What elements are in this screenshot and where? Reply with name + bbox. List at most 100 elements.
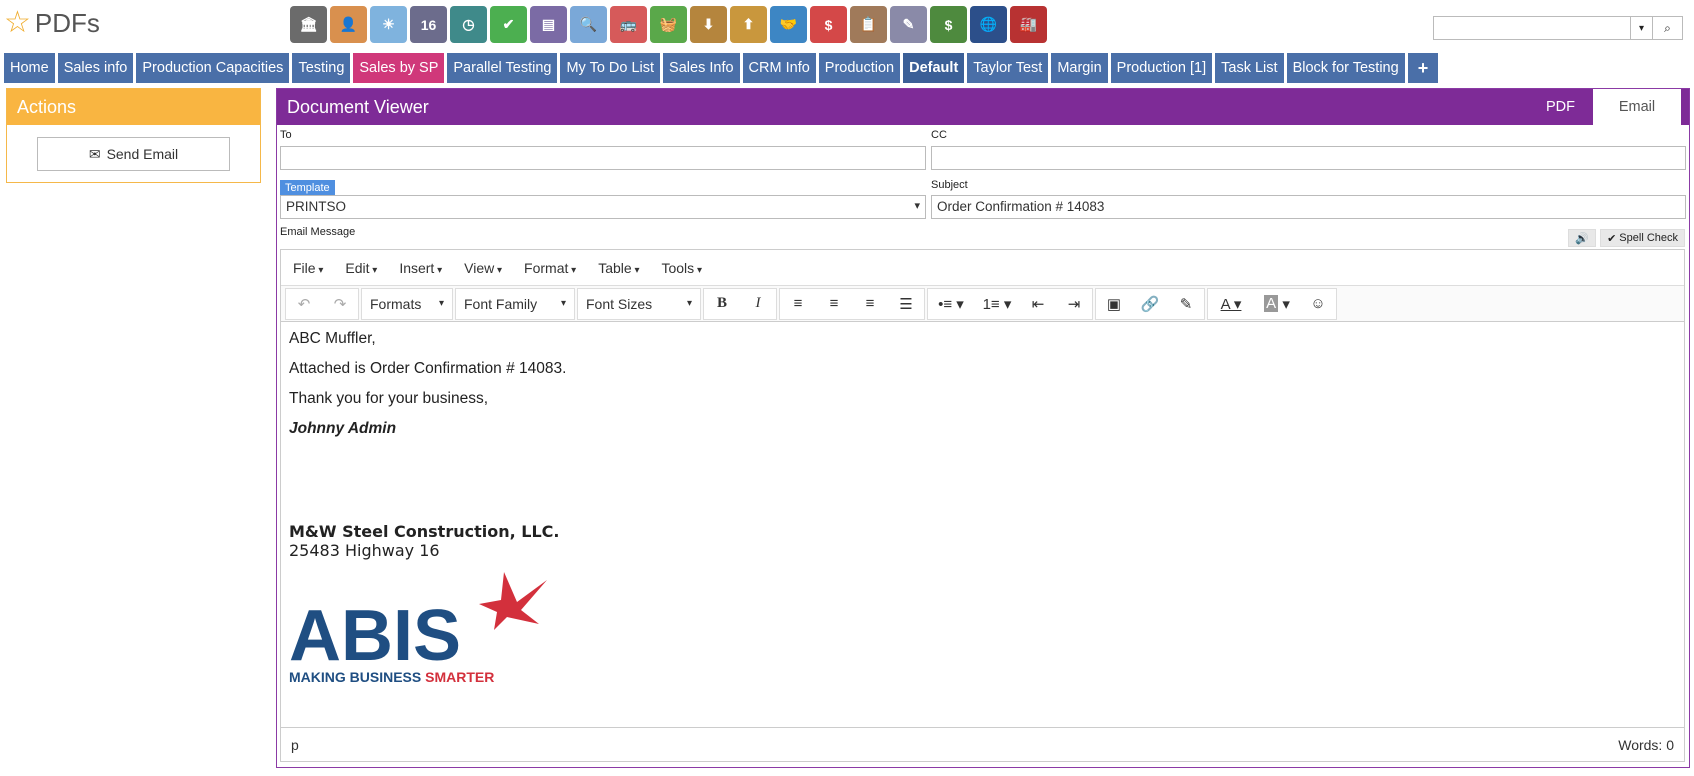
align-center-icon[interactable]: ≡ <box>816 289 852 319</box>
formats-dropdown[interactable]: Formats <box>361 287 453 320</box>
tab-email[interactable]: Email <box>1593 89 1681 125</box>
tab-sales-by-sp[interactable]: Sales by SP <box>353 53 445 83</box>
tab-testing[interactable]: Testing <box>292 53 351 83</box>
logo-tagline: MAKING BUSINESS SMARTER <box>289 669 494 685</box>
emoticon-icon[interactable]: ☺ <box>1300 289 1336 319</box>
company-block: M&W Steel Construction, LLC. 25483 Highw… <box>289 522 559 560</box>
inbox-download-icon[interactable]: ⬇ <box>690 6 727 43</box>
actions-panel: Actions ✉ Send Email <box>6 88 261 183</box>
search-box: ▾ ⌕ <box>1433 16 1683 40</box>
word-count: Words: 0 <box>1618 736 1674 753</box>
font-family-dropdown[interactable]: Font Family <box>455 287 575 320</box>
cc-field[interactable] <box>931 146 1686 170</box>
tab-margin[interactable]: Margin <box>1051 53 1108 83</box>
align-justify-icon[interactable]: ☰ <box>888 289 924 319</box>
header: ☆ PDFs 🏛 👤 ☀ 16 ◷ ✔ ▤ 🔍 🚌 🧺 ⬇ ⬆ 🤝 $ 📋 ✎ … <box>0 0 1694 52</box>
add-tab-button[interactable]: + <box>1407 53 1439 83</box>
envelope-icon: ✉ <box>88 145 101 162</box>
template-label: Template <box>280 180 335 196</box>
report-icon[interactable]: ▤ <box>530 6 567 43</box>
tab-production-capacities[interactable]: Production Capacities <box>136 53 290 83</box>
tab-parallel-testing[interactable]: Parallel Testing <box>447 53 558 83</box>
numbered-list-icon[interactable]: 1≡ ▾ <box>974 289 1020 319</box>
tab-block-for-testing[interactable]: Block for Testing <box>1286 53 1405 83</box>
image-icon[interactable]: ▣ <box>1096 289 1132 319</box>
font-sizes-label: Font Sizes <box>578 289 700 319</box>
search-icon[interactable]: ⌕ <box>1652 17 1682 39</box>
link-icon[interactable]: 🔗 <box>1132 289 1168 319</box>
text-color-icon[interactable]: A ▾ <box>1208 289 1254 319</box>
body-line-1: Attached is Order Confirmation # 14083. <box>289 360 567 377</box>
money-icon[interactable]: $ <box>930 6 967 43</box>
clipboard-icon[interactable]: 📋 <box>850 6 887 43</box>
nav-tabs: Home Sales info Production Capacities Te… <box>4 53 1439 83</box>
menu-file[interactable]: File <box>293 260 323 276</box>
calendar-icon[interactable]: 16 <box>410 6 447 43</box>
tab-pdf[interactable]: PDF <box>1532 89 1589 125</box>
user-icon[interactable]: 👤 <box>330 6 367 43</box>
menu-tools[interactable]: Tools <box>661 260 702 276</box>
align-left-icon[interactable]: ≡ <box>780 289 816 319</box>
background-color-icon[interactable]: A ▾ <box>1254 289 1300 319</box>
font-family-label: Font Family <box>456 289 574 319</box>
chevron-down-icon[interactable]: ▾ <box>1630 17 1652 39</box>
menu-format[interactable]: Format <box>524 260 576 276</box>
menu-edit[interactable]: Edit <box>345 260 377 276</box>
undo-icon[interactable]: ↶ <box>286 289 322 319</box>
menu-table[interactable]: Table <box>598 260 639 276</box>
logo-text: ABIS <box>289 596 461 676</box>
search-zoom-icon[interactable]: 🔍 <box>570 6 607 43</box>
align-right-icon[interactable]: ≡ <box>852 289 888 319</box>
tab-sales-info[interactable]: Sales info <box>57 53 134 83</box>
redo-icon[interactable]: ↷ <box>322 289 358 319</box>
email-message-label: Email Message <box>280 226 356 238</box>
tab-taylor-test[interactable]: Taylor Test <box>967 53 1049 83</box>
truck-icon[interactable]: 🚌 <box>610 6 647 43</box>
search-input[interactable] <box>1434 17 1630 39</box>
page-title: PDFs <box>34 8 100 38</box>
tab-crm-info[interactable]: CRM Info <box>742 53 816 83</box>
check-icon: ✔ <box>1607 232 1617 245</box>
text-style-group: B I <box>703 287 777 320</box>
color-group: A ▾ A ▾ ☺ <box>1207 287 1337 320</box>
to-field[interactable] <box>280 146 926 170</box>
menu-view[interactable]: View <box>464 260 502 276</box>
pencil-icon[interactable]: ✎ <box>890 6 927 43</box>
bold-icon[interactable]: B <box>704 289 740 319</box>
speaker-icon[interactable]: 🔊 <box>1568 229 1597 247</box>
tab-home[interactable]: Home <box>4 53 55 83</box>
send-email-button[interactable]: ✉ Send Email <box>37 137 230 171</box>
to-label: To <box>280 129 292 141</box>
tab-default[interactable]: Default <box>903 53 965 83</box>
weather-icon[interactable]: ☀ <box>370 6 407 43</box>
template-select[interactable]: PRINTSO ▾ <box>280 195 926 219</box>
list-group: •≡ ▾ 1≡ ▾ ⇤ ⇥ <box>927 287 1093 320</box>
outbox-upload-icon[interactable]: ⬆ <box>730 6 767 43</box>
quote-icon[interactable]: $ <box>810 6 847 43</box>
spell-check-button[interactable]: ✔ Spell Check <box>1600 229 1685 247</box>
subject-field[interactable]: Order Confirmation # 14083 <box>931 195 1686 219</box>
favorite-star-icon[interactable]: ☆ <box>4 8 31 38</box>
menu-insert[interactable]: Insert <box>399 260 442 276</box>
bullet-list-icon[interactable]: •≡ ▾ <box>928 289 974 319</box>
globe-icon[interactable]: 🌐 <box>970 6 1007 43</box>
italic-icon[interactable]: I <box>740 289 776 319</box>
page-title-wrap: ☆ PDFs <box>4 8 100 39</box>
tab-sales-info-2[interactable]: Sales Info <box>663 53 740 83</box>
tab-production-1[interactable]: Production [1] <box>1110 53 1213 83</box>
font-sizes-dropdown[interactable]: Font Sizes <box>577 287 701 320</box>
bank-icon[interactable]: 🏛 <box>290 6 327 43</box>
handshake-icon[interactable]: 🤝 <box>770 6 807 43</box>
chevron-down-icon: ▾ <box>914 200 920 212</box>
tab-production[interactable]: Production <box>818 53 901 83</box>
check-icon[interactable]: ✔ <box>490 6 527 43</box>
clock-icon[interactable]: ◷ <box>450 6 487 43</box>
tab-task-list[interactable]: Task List <box>1215 53 1284 83</box>
indent-icon[interactable]: ⇥ <box>1056 289 1092 319</box>
tab-my-to-do-list[interactable]: My To Do List <box>560 53 661 83</box>
basket-icon[interactable]: 🧺 <box>650 6 687 43</box>
highlighter-icon[interactable]: ✎ <box>1168 289 1204 319</box>
outdent-icon[interactable]: ⇤ <box>1020 289 1056 319</box>
factory-icon[interactable]: 🏭 <box>1010 6 1047 43</box>
email-body[interactable]: ABC Muffler, Attached is Order Confirmat… <box>281 322 1684 722</box>
